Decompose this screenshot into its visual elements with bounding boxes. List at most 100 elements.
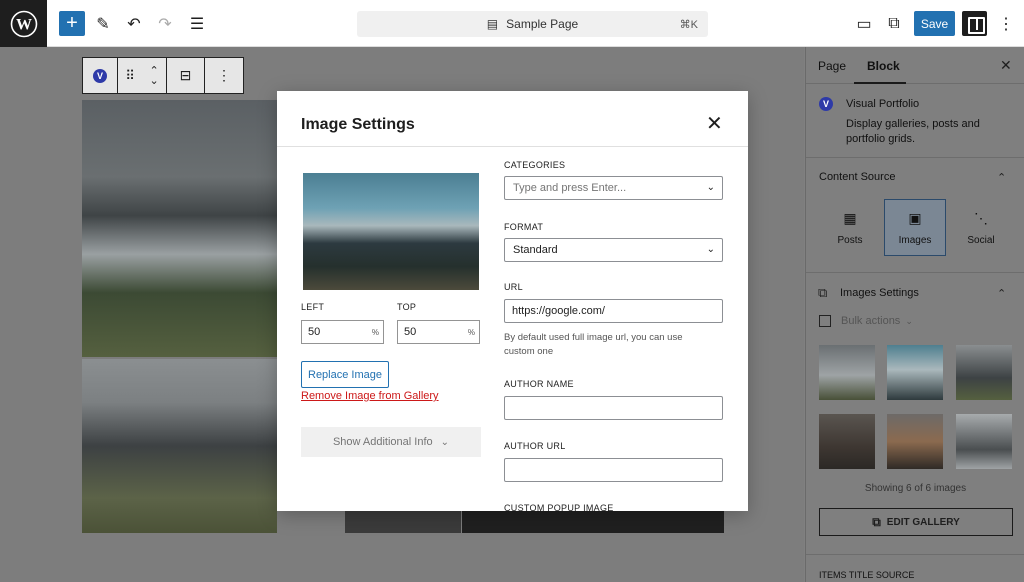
format-select[interactable]: Standard ⌄ <box>504 238 723 262</box>
left-value: 50 <box>308 326 321 338</box>
gallery-image[interactable] <box>462 511 724 533</box>
share-icon: ⋱ <box>974 209 988 226</box>
add-block-button[interactable]: + <box>59 11 85 36</box>
image-thumbnail[interactable] <box>956 345 1012 400</box>
image-preview[interactable] <box>303 173 479 290</box>
image-thumbnail[interactable] <box>956 414 1012 469</box>
block-move-controls[interactable]: ⠿ ⌃ ⌄ <box>118 58 167 93</box>
undo-icon[interactable]: ↶ <box>121 11 147 37</box>
source-images-button[interactable]: ▣ Images <box>884 199 946 256</box>
save-button[interactable]: Save <box>914 11 955 36</box>
wordpress-logo-icon[interactable]: W <box>0 0 47 47</box>
visual-portfolio-icon: V <box>819 97 833 111</box>
image-thumbnail[interactable] <box>887 414 943 469</box>
edit-gallery-label: EDIT GALLERY <box>886 516 960 528</box>
images-icon: ▣ <box>908 209 922 226</box>
tab-page[interactable]: Page <box>818 59 846 73</box>
replace-image-button[interactable]: Replace Image <box>301 361 389 388</box>
document-title-bar[interactable]: ▤ Sample Page ⌘K <box>357 11 708 37</box>
block-type-switcher[interactable]: V <box>83 58 118 93</box>
command-shortcut: ⌘K <box>679 18 698 31</box>
categories-placeholder: Type and press Enter... <box>513 182 627 194</box>
modal-header: Image Settings ✕ <box>277 91 748 147</box>
divider <box>806 554 1024 555</box>
page-icon: ▤ <box>486 17 499 31</box>
categories-input[interactable]: Type and press Enter... ⌄ <box>504 176 723 200</box>
additional-info-label: Show Additional Info <box>332 436 433 448</box>
redo-icon[interactable]: ↷ <box>152 11 178 37</box>
close-icon[interactable]: ✕ <box>1000 57 1012 74</box>
url-input[interactable]: https://google.com/ <box>504 299 723 323</box>
block-title: Visual Portfolio <box>846 98 920 110</box>
image-thumbnail[interactable] <box>887 345 943 400</box>
chevron-up-icon[interactable]: ⌃ <box>997 171 1006 184</box>
select-all-checkbox[interactable] <box>819 315 831 327</box>
preview-desktop-icon[interactable]: ▭ <box>851 11 877 37</box>
posts-icon: ▦ <box>843 209 857 226</box>
image-thumbnail[interactable] <box>819 345 875 400</box>
edit-tools-pencil-icon[interactable]: ✎ <box>90 11 116 37</box>
image-thumbnail[interactable] <box>819 414 875 469</box>
top-position-input[interactable]: 50 % <box>397 320 480 344</box>
source-label: Social <box>967 234 995 246</box>
modal-title: Image Settings <box>301 116 415 133</box>
percent-unit: % <box>467 328 475 337</box>
format-label: FORMAT <box>504 222 544 232</box>
gallery-image[interactable] <box>82 359 277 533</box>
author-url-label: AUTHOR URL <box>504 441 566 451</box>
images-settings-icon: ⧉ <box>818 285 828 300</box>
custom-popup-image-label: CUSTOM POPUP IMAGE <box>504 503 614 511</box>
chevron-down-icon: ⌄ <box>706 244 715 255</box>
url-field-highlight: URL https://google.com/ By default used … <box>494 272 734 369</box>
align-icon[interactable]: ⊟ <box>167 58 205 93</box>
bulk-actions[interactable]: Bulk actions ⌄ <box>819 315 913 327</box>
settings-sidebar: Page Block ✕ V Visual Portfolio Display … <box>805 47 1024 582</box>
categories-label: CATEGORIES <box>504 160 566 170</box>
block-description: Display galleries, posts and portfolio g… <box>846 118 980 145</box>
author-url-input[interactable] <box>504 458 723 482</box>
remove-image-link[interactable]: Remove Image from Gallery <box>301 390 439 402</box>
tab-block[interactable]: Block <box>867 59 900 73</box>
top-value: 50 <box>404 326 417 338</box>
visual-portfolio-icon: V <box>93 68 107 83</box>
url-label: URL <box>504 282 523 292</box>
bulk-actions-label: Bulk actions <box>841 315 901 327</box>
drag-handle-icon[interactable]: ⠿ <box>125 68 135 84</box>
images-count: Showing 6 of 6 images <box>864 483 967 494</box>
images-settings-title[interactable]: Images Settings <box>840 287 919 299</box>
gallery-icon: ⧉ <box>872 514 881 529</box>
url-help-text: By default used full image url, you can … <box>504 332 683 357</box>
author-name-input[interactable] <box>504 396 723 420</box>
left-label: LEFT <box>301 302 325 312</box>
document-overview-list-icon[interactable]: ☰ <box>184 11 210 37</box>
source-social-button[interactable]: ⋱ Social <box>950 199 1012 256</box>
move-up-down-icon[interactable]: ⌃ ⌄ <box>149 65 158 86</box>
close-icon[interactable]: ✕ <box>706 114 723 134</box>
active-tab-indicator <box>854 82 906 84</box>
chevron-down-icon: ⌄ <box>440 436 450 448</box>
edit-gallery-button[interactable]: ⧉ EDIT GALLERY <box>819 508 1013 536</box>
source-posts-button[interactable]: ▦ Posts <box>819 199 881 256</box>
chevron-down-icon: ⌄ <box>905 315 913 326</box>
chevron-up-icon[interactable]: ⌃ <box>997 287 1006 300</box>
format-value: Standard <box>513 244 558 256</box>
items-title-source-label: ITEMS TITLE SOURCE <box>819 570 915 580</box>
divider <box>806 272 1024 273</box>
settings-sidebar-toggle-icon[interactable] <box>962 11 987 36</box>
options-menu-icon[interactable]: ⋮ <box>993 11 1019 37</box>
block-options-icon[interactable]: ⋮ <box>205 58 243 93</box>
author-name-label: AUTHOR NAME <box>504 379 574 389</box>
divider <box>806 157 1024 158</box>
gallery-image[interactable] <box>345 511 461 533</box>
sidebar-tabs: Page Block ✕ <box>806 47 1024 84</box>
gallery-image[interactable] <box>82 100 277 357</box>
block-toolbar: V ⠿ ⌃ ⌄ ⊟ ⋮ <box>82 57 244 94</box>
view-page-external-icon[interactable]: ⧉ <box>881 11 907 37</box>
chevron-down-icon: ⌄ <box>706 182 715 193</box>
source-label: Posts <box>837 234 863 246</box>
show-additional-info-button[interactable]: Show Additional Info ⌄ <box>301 427 481 457</box>
content-source-title[interactable]: Content Source <box>819 171 895 183</box>
source-label: Images <box>898 234 932 246</box>
left-position-input[interactable]: 50 % <box>301 320 384 344</box>
editor-top-toolbar: W + ✎ ↶ ↷ ☰ ▤ Sample Page ⌘K ▭ ⧉ Save ⋮ <box>0 0 1024 47</box>
